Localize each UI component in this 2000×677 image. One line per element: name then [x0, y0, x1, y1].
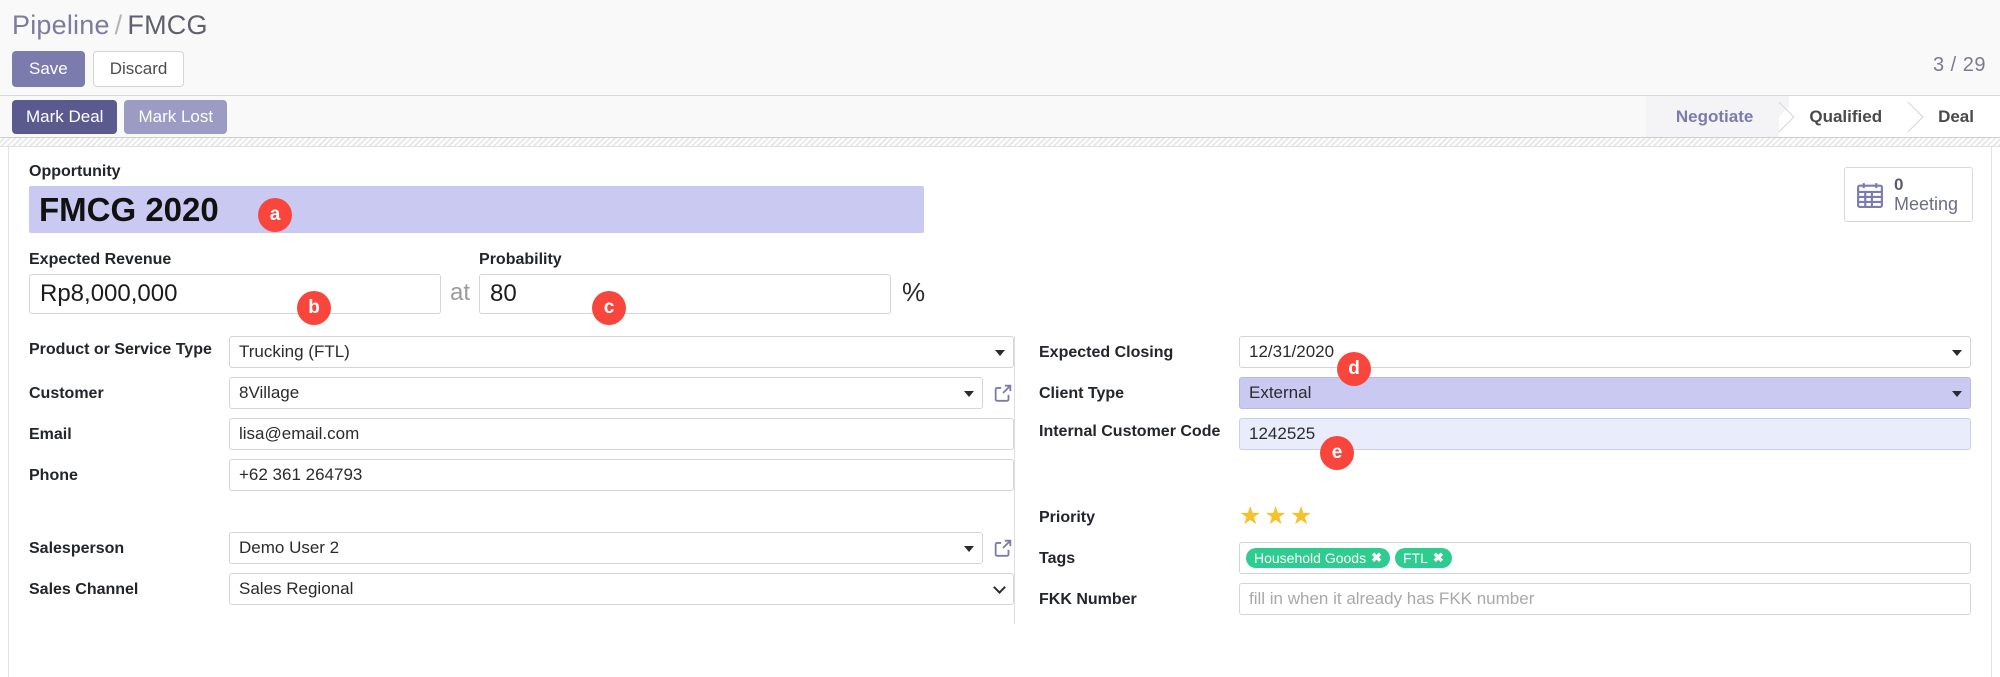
annotation-bubble-b: b [297, 291, 331, 325]
sales-channel-input[interactable] [229, 573, 1014, 606]
expected-revenue-group: Expected Revenue [29, 249, 441, 315]
tag-label: FTL [1402, 550, 1428, 567]
star-icon[interactable]: ★ [1264, 504, 1286, 529]
form-column-left: Product or Service Type Customer [29, 336, 1014, 624]
percent-suffix: % [902, 277, 926, 308]
annotation-bubble-c: c [592, 291, 626, 325]
expected-revenue-label: Expected Revenue [29, 251, 172, 269]
calendar-icon [1855, 180, 1885, 210]
discard-button[interactable]: Discard [92, 51, 185, 87]
stage-qualified[interactable]: Qualified [1779, 96, 1909, 137]
tag-chip[interactable]: Household Goods ✖ [1246, 548, 1390, 569]
tags-input[interactable]: Household Goods ✖ FTL ✖ [1239, 542, 1971, 575]
sheet-background: 0 Meeting Opportunity Expected Revenue a… [0, 138, 2000, 677]
email-input[interactable] [229, 418, 1014, 451]
email-label: Email [29, 426, 72, 444]
priority-label: Priority [1039, 509, 1096, 527]
mark-lost-button[interactable]: Mark Lost [124, 99, 228, 134]
meeting-stat-text: 0 Meeting [1894, 175, 1958, 214]
breadcrumb-root[interactable]: Pipeline [12, 10, 110, 40]
form-column-right: Expected Closing Client Type [1014, 336, 1971, 625]
phone-label: Phone [29, 467, 78, 485]
annotation-bubble-d: d [1337, 352, 1371, 386]
save-button[interactable]: Save [12, 51, 85, 87]
breadcrumb: Pipeline / FMCG [12, 0, 1988, 41]
probability-group: Probability [479, 249, 892, 315]
sheet-hatch-decoration [0, 138, 2000, 147]
status-action-row: Mark Deal Mark Lost Negotiate Qualified … [0, 96, 2000, 138]
opportunity-input[interactable] [29, 186, 924, 234]
meeting-count: 0 [1893, 175, 1904, 194]
priority-stars[interactable]: ★ ★ ★ [1239, 501, 1312, 529]
product-type-value [229, 336, 1014, 369]
field-sales-channel: Sales Channel [29, 573, 1014, 606]
internal-customer-code-label: Internal Customer Code [1039, 423, 1221, 441]
field-salesperson: Salesperson [29, 532, 1014, 565]
form-columns: Product or Service Type Customer [29, 336, 1971, 625]
annotation-bubble-e: e [1320, 436, 1354, 470]
record-pager[interactable]: 3 / 29 [1933, 54, 1986, 77]
opportunity-label: Opportunity [29, 163, 121, 180]
star-icon[interactable]: ★ [1239, 504, 1261, 529]
expected-revenue-input[interactable] [29, 274, 441, 315]
tag-chip[interactable]: FTL ✖ [1394, 548, 1452, 569]
expected-closing-label: Expected Closing [1039, 344, 1174, 362]
breadcrumb-current: FMCG [127, 10, 208, 40]
form-sheet: 0 Meeting Opportunity Expected Revenue a… [8, 147, 1992, 677]
product-type-label: Product or Service Type [29, 341, 212, 359]
customer-input[interactable] [229, 377, 983, 410]
field-expected-closing: Expected Closing [1015, 336, 1971, 369]
close-icon[interactable]: ✖ [1433, 550, 1444, 566]
priority-value: ★ ★ ★ [1239, 501, 1971, 529]
customer-value [229, 377, 1014, 410]
meeting-label: Meeting [1893, 194, 1958, 215]
email-value [229, 418, 1014, 451]
product-type-input[interactable] [229, 336, 1014, 369]
external-link-icon[interactable] [992, 537, 1014, 559]
tags-value: Household Goods ✖ FTL ✖ [1239, 542, 1971, 575]
annotation-bubble-a: a [258, 198, 292, 232]
field-internal-customer-code: Internal Customer Code [1015, 418, 1971, 451]
field-product-or-service-type: Product or Service Type [29, 336, 1014, 369]
salesperson-value [229, 532, 1014, 565]
at-text: at [450, 279, 471, 307]
customer-label: Customer [29, 385, 104, 403]
external-link-icon[interactable] [992, 382, 1014, 404]
phone-input[interactable] [229, 459, 1014, 492]
tag-label: Household Goods [1254, 550, 1367, 567]
control-panel: Pipeline / FMCG Save Discard 3 / 29 [0, 0, 2000, 96]
probability-input[interactable] [479, 274, 892, 315]
sales-channel-label: Sales Channel [29, 581, 139, 599]
statusbar: Negotiate Qualified Deal [1645, 96, 2000, 137]
fkk-number-label: FKK Number [1039, 591, 1137, 609]
field-email: Email [29, 418, 1014, 451]
breadcrumb-separator: / [114, 10, 123, 40]
field-priority: Priority ★ ★ ★ [1015, 501, 1971, 533]
fkk-number-value [1239, 583, 1971, 616]
probability-label: Probability [479, 251, 562, 269]
star-icon[interactable]: ★ [1290, 504, 1312, 529]
tags-label: Tags [1039, 550, 1076, 568]
mark-deal-button[interactable]: Mark Deal [12, 99, 118, 134]
workflow-buttons: Mark Deal Mark Lost [12, 99, 228, 134]
field-tags: Tags Household Goods ✖ FTL ✖ [1015, 542, 1971, 575]
meeting-stat-button[interactable]: 0 Meeting [1843, 167, 1973, 223]
record-controls: Save Discard [12, 51, 1988, 87]
field-phone: Phone [29, 459, 1014, 492]
field-client-type: Client Type [1015, 377, 1971, 410]
field-customer: Customer [29, 377, 1014, 410]
field-fkk-number: FKK Number [1015, 583, 1971, 616]
client-type-label: Client Type [1039, 385, 1125, 403]
salesperson-label: Salesperson [29, 540, 125, 558]
close-icon[interactable]: ✖ [1371, 550, 1382, 566]
stage-negotiate[interactable]: Negotiate [1645, 96, 1790, 137]
sales-channel-value [229, 573, 1014, 606]
fkk-number-input[interactable] [1239, 583, 1971, 616]
phone-value [229, 459, 1014, 492]
salesperson-input[interactable] [229, 532, 983, 565]
